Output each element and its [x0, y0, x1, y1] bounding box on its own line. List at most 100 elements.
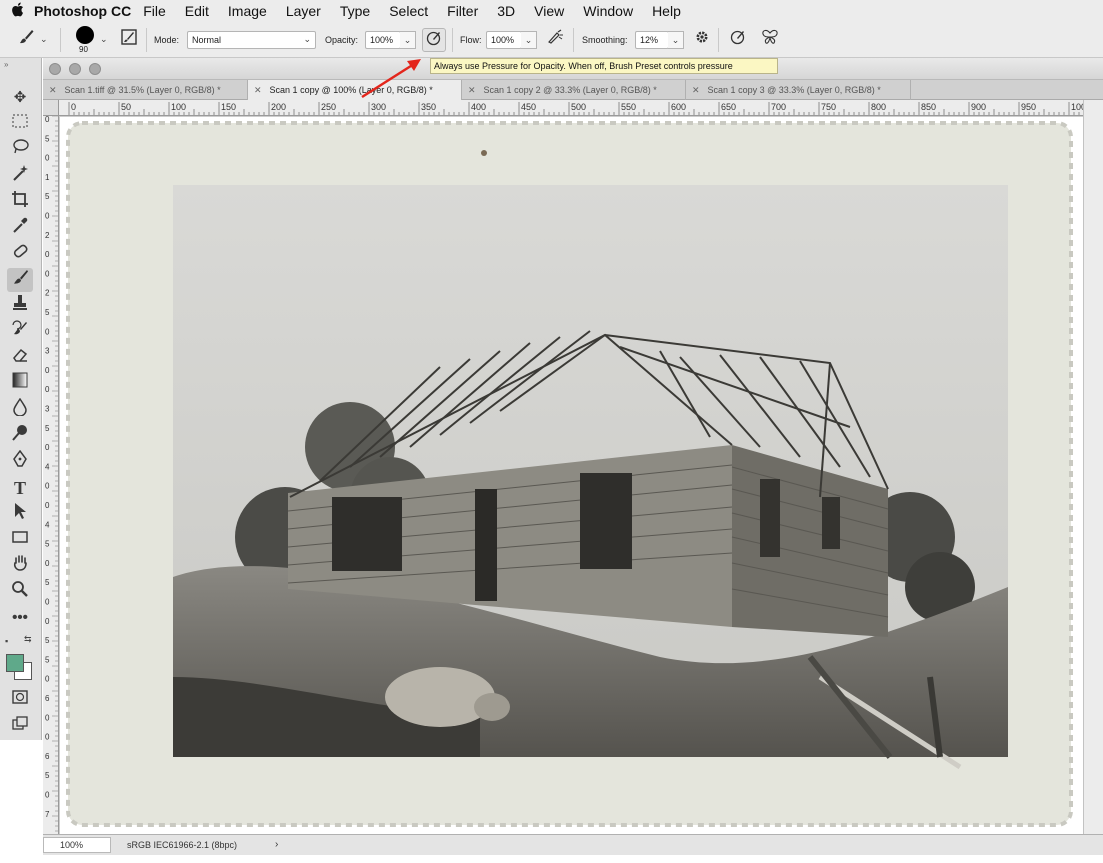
pen-tool-icon[interactable] [7, 449, 33, 474]
lasso-tool-icon[interactable] [7, 138, 33, 162]
app-name[interactable]: Photoshop CC [34, 3, 131, 19]
ruler-tick-label: 0 [45, 675, 50, 684]
ruler-tick-label: 250 [321, 102, 336, 112]
type-tool-icon[interactable]: T [7, 476, 33, 500]
default-colors-icon[interactable]: ▪ [5, 636, 8, 646]
blur-tool-icon[interactable] [7, 397, 33, 422]
ruler-origin[interactable] [43, 100, 59, 116]
pressure-size-icon[interactable] [726, 28, 750, 52]
ruler-tick-label: 0 [45, 212, 50, 221]
smoothing-chevron-icon[interactable]: ⌄ [668, 31, 684, 49]
swap-colors-icon[interactable]: ⇆ [24, 634, 32, 645]
menu-select[interactable]: Select [389, 3, 428, 19]
path-selection-tool-icon[interactable] [7, 502, 33, 526]
tool-preset-chevron-icon[interactable]: ⌄ [40, 34, 48, 45]
screen-mode-icon[interactable] [7, 714, 33, 738]
opacity-chevron-icon[interactable]: ⌄ [400, 31, 416, 49]
document-window: ✕ Scan 1.tiff @ 31.5% (Layer 0, RGB/8) * … [43, 58, 1103, 855]
menu-edit[interactable]: Edit [185, 3, 209, 19]
foreground-color-swatch[interactable] [6, 654, 24, 672]
pressure-opacity-icon[interactable] [422, 28, 446, 52]
ruler-tick-label: 0 [45, 154, 50, 163]
close-tab-icon[interactable]: ✕ [468, 85, 476, 95]
close-tab-icon[interactable]: ✕ [49, 85, 57, 95]
hand-tool-icon[interactable] [7, 554, 33, 578]
tab-scan-1[interactable]: ✕ Scan 1.tiff @ 31.5% (Layer 0, RGB/8) * [43, 80, 248, 100]
apple-icon[interactable] [0, 2, 34, 21]
status-menu-arrow-icon[interactable]: › [275, 839, 278, 850]
ruler-tick-label: 5 [45, 655, 50, 664]
menu-filter[interactable]: Filter [447, 3, 478, 19]
ruler-tick-label: 2 [45, 231, 50, 240]
document-profile: sRGB IEC61966-2.1 (8bpc) [127, 840, 238, 850]
flow-input[interactable]: 100% [486, 31, 522, 49]
vertical-scrollbar[interactable] [1083, 100, 1103, 834]
brush-size: 90 [79, 45, 88, 54]
eyedropper-tool-icon[interactable] [7, 216, 33, 240]
zoom-level-field[interactable]: 100% [43, 837, 111, 853]
menu-image[interactable]: Image [228, 3, 267, 19]
ruler-tick-label: 0 [45, 791, 50, 800]
close-window-button[interactable] [49, 63, 61, 75]
menu-file[interactable]: File [143, 3, 166, 19]
zoom-tool-icon[interactable] [7, 580, 33, 604]
menu-type[interactable]: Type [340, 3, 370, 19]
menu-3d[interactable]: 3D [497, 3, 515, 19]
gradient-tool-icon[interactable] [7, 372, 33, 396]
tab-scan-1-copy[interactable]: ✕ Scan 1 copy @ 100% (Layer 0, RGB/8) * [248, 80, 462, 100]
vertical-ruler[interactable]: 0 5 0 1 5 0 2 0 0 2 5 0 3 0 0 3 5 0 4 0 0 4 5 0 5 0 0 5 5 0 6 0 0 6 5 0 7 [43, 116, 59, 834]
tab-scan-1-copy-2[interactable]: ✕ Scan 1 copy 2 @ 33.3% (Layer 0, RGB/8) … [462, 80, 686, 100]
history-brush-tool-icon[interactable] [7, 320, 33, 344]
ruler-tick-label: 500 [571, 102, 586, 112]
ruler-tick-label: 350 [421, 102, 436, 112]
brush-preview-icon[interactable] [76, 26, 94, 44]
ruler-tick-label: 3 [45, 347, 50, 356]
move-tool-icon[interactable]: ✥ [7, 86, 33, 110]
ruler-tick-label: 0 [45, 116, 50, 124]
ruler-tick-label: 300 [371, 102, 386, 112]
minimize-window-button[interactable] [69, 63, 81, 75]
panel-collapse-icon[interactable]: » [4, 60, 8, 69]
menu-help[interactable]: Help [652, 3, 681, 19]
symmetry-butterfly-icon[interactable] [758, 28, 782, 52]
tools-panel: » ✥ T ••• ▪ ⇆ [0, 58, 42, 740]
more-tools-icon[interactable]: ••• [7, 606, 33, 630]
document-tabs: ✕ Scan 1.tiff @ 31.5% (Layer 0, RGB/8) * … [43, 80, 1103, 100]
healing-brush-tool-icon[interactable] [7, 242, 33, 266]
smoothing-input[interactable]: 12% [635, 31, 669, 49]
mode-select[interactable]: Normal ⌄ [187, 31, 316, 49]
magic-wand-tool-icon[interactable] [7, 164, 33, 188]
menu-window[interactable]: Window [583, 3, 633, 19]
brush-settings-panel-icon[interactable] [117, 28, 141, 52]
close-tab-icon[interactable]: ✕ [692, 85, 700, 95]
pressure-opacity-tooltip: Always use Pressure for Opacity. When of… [430, 58, 778, 74]
gear-icon[interactable] [690, 28, 714, 52]
crop-tool-icon[interactable] [7, 190, 33, 214]
brush-preset-chevron-icon[interactable]: ⌄ [100, 34, 108, 45]
close-tab-icon[interactable]: ✕ [254, 85, 262, 95]
canvas[interactable] [60, 117, 1083, 834]
ruler-tick-label: 0 [71, 102, 76, 112]
clone-stamp-tool-icon[interactable] [7, 294, 33, 318]
marquee-tool-icon[interactable] [7, 112, 33, 136]
ruler-tick-label: 0 [45, 327, 50, 336]
eraser-tool-icon[interactable] [7, 346, 33, 370]
dodge-tool-icon[interactable] [7, 424, 33, 448]
brush-tool-icon[interactable] [7, 268, 33, 292]
ruler-tick-label: 2 [45, 289, 50, 298]
quick-mask-icon[interactable] [7, 688, 33, 712]
brush-icon[interactable] [14, 28, 38, 52]
ruler-tick-label: 0 [45, 713, 50, 722]
opacity-input[interactable]: 100% [365, 31, 401, 49]
tab-label: Scan 1.tiff @ 31.5% (Layer 0, RGB/8) * [64, 85, 221, 95]
horizontal-ruler[interactable]: 0 50 100 150 200 250 300 350 400 450 500 550 600 650 7… [43, 100, 1083, 116]
zoom-window-button[interactable] [89, 63, 101, 75]
menu-layer[interactable]: Layer [286, 3, 321, 19]
airbrush-icon[interactable] [543, 28, 567, 52]
flow-chevron-icon[interactable]: ⌄ [521, 31, 537, 49]
tab-scan-1-copy-3[interactable]: ✕ Scan 1 copy 3 @ 33.3% (Layer 0, RGB/8) … [686, 80, 911, 100]
rectangle-tool-icon[interactable] [7, 528, 33, 552]
mode-chevron-icon: ⌄ [303, 34, 311, 44]
ruler-tick-label: 7 [45, 810, 50, 819]
menu-view[interactable]: View [534, 3, 564, 19]
